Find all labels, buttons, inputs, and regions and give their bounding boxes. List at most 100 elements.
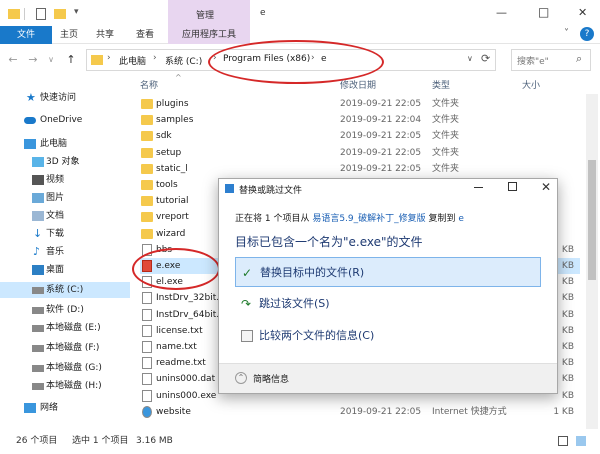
dialog-maximize-button[interactable] <box>508 182 517 191</box>
file-icon <box>142 324 152 337</box>
nav-item-drive-d[interactable]: 软件 (D:) <box>0 302 130 318</box>
nav-item-pictures[interactable]: 图片 <box>0 190 130 206</box>
navigation-pane: ★ 快速访问 OneDrive 此电脑 3D 对象 视频 图片 文档 ↓ 下载 ♪… <box>0 76 130 431</box>
fewer-details-link[interactable]: 简略信息 <box>253 372 289 385</box>
tab-file[interactable]: 文件 <box>0 26 52 44</box>
search-box[interactable]: 搜索"e" ⌕ <box>511 49 591 71</box>
folder-icon <box>141 163 153 174</box>
breadcrumb-this-pc[interactable]: 此电脑 <box>119 54 146 67</box>
column-name[interactable]: 名称 <box>140 78 158 94</box>
dialog-close-button[interactable]: ✕ <box>541 180 551 194</box>
file-icon <box>142 341 152 353</box>
replace-option-button[interactable]: ✓ 替换目标中的文件(R) <box>235 257 541 287</box>
sort-arrow-icon: ^ <box>175 73 182 82</box>
file-size: KB <box>561 277 574 288</box>
collapse-details-icon[interactable]: ⌃ <box>235 372 247 384</box>
selected-size: 3.16 MB <box>136 436 173 446</box>
file-name: static_l <box>156 163 188 174</box>
new-folder-icon[interactable] <box>54 9 66 19</box>
file-name: setup <box>156 147 182 158</box>
file-row[interactable]: plugins 2019-09-21 22:05 文件夹 <box>140 96 580 112</box>
search-input[interactable]: 搜索"e" <box>517 54 549 67</box>
help-icon[interactable]: ? <box>580 27 594 41</box>
file-date: 2019-09-21 22:05 <box>340 147 422 158</box>
nav-item-3d[interactable]: 3D 对象 <box>0 154 130 170</box>
maximize-button[interactable]: □ <box>538 5 549 19</box>
nav-onedrive[interactable]: OneDrive <box>0 112 130 128</box>
conflict-message: 目标已包含一个名为"e.exe"的文件 <box>235 235 423 249</box>
file-date: 2019-09-21 22:05 <box>340 406 422 417</box>
scrollbar-thumb[interactable] <box>588 160 596 280</box>
file-icon <box>142 389 152 402</box>
drive-icon <box>32 383 44 390</box>
properties-icon[interactable] <box>36 8 46 20</box>
up-arrow-icon[interactable]: ↑ <box>64 53 78 67</box>
qat-dropdown-icon[interactable]: ▾ <box>74 7 79 17</box>
file-name: name.txt <box>156 342 197 352</box>
tab-app-tools[interactable]: 应用程序工具 <box>168 26 250 44</box>
column-type[interactable]: 类型 <box>432 78 450 94</box>
back-arrow-icon[interactable]: ← <box>6 53 20 67</box>
recent-dropdown-icon[interactable]: ∨ <box>44 53 58 67</box>
file-row[interactable]: website 2019-09-21 22:05 Internet 快捷方式 1 KB <box>140 404 580 420</box>
file-name: wizard <box>156 228 186 239</box>
skip-option-button[interactable]: ↷ 跳过该文件(S) <box>235 289 541 319</box>
folder-icon <box>141 147 153 158</box>
folder-icon <box>141 228 153 239</box>
nav-item-drive-f[interactable]: 本地磁盘 (F:) <box>0 340 130 356</box>
nav-quick-access[interactable]: ★ 快速访问 <box>0 90 130 106</box>
tab-share[interactable]: 共享 <box>86 26 124 44</box>
minimize-button[interactable]: — <box>496 6 507 19</box>
file-name: readme.txt <box>156 358 206 369</box>
file-name: unins000.exe <box>156 390 217 401</box>
close-button[interactable]: ✕ <box>578 6 587 19</box>
nav-item-documents[interactable]: 文档 <box>0 208 130 224</box>
column-date[interactable]: 修改日期 <box>340 78 376 94</box>
file-name: InstDrv_64bit. <box>156 309 220 320</box>
dialog-minimize-button[interactable] <box>474 187 483 188</box>
source-link[interactable]: 易语言5.9_破解补丁_修复版 <box>312 214 425 224</box>
copy-progress-text: 正在将 1 个项目从 易语言5.9_破解补丁_修复版 复制到 e <box>235 214 464 224</box>
nav-item-drive-g[interactable]: 本地磁盘 (G:) <box>0 360 130 376</box>
nav-item-desktop[interactable]: 桌面 <box>0 262 130 278</box>
file-date: 2019-09-21 22:05 <box>340 131 422 142</box>
compare-option-button[interactable]: 比较两个文件的信息(C) <box>235 321 541 351</box>
file-size: KB <box>561 358 574 369</box>
breadcrumb-system-c[interactable]: 系统 (C:) <box>165 54 202 67</box>
nav-item-downloads[interactable]: ↓ 下载 <box>0 226 130 242</box>
file-date: 2019-09-21 22:04 <box>340 115 422 126</box>
destination-link[interactable]: e <box>458 214 464 224</box>
search-icon[interactable]: ⌕ <box>576 52 582 66</box>
compare-icon <box>241 330 253 342</box>
copy-icon <box>225 184 234 193</box>
large-icons-view-icon[interactable] <box>576 436 586 446</box>
tab-home[interactable]: 主页 <box>52 26 86 44</box>
folder-icon <box>141 131 153 142</box>
file-row[interactable]: static_l 2019-09-21 22:05 文件夹 <box>140 161 580 177</box>
tab-view[interactable]: 查看 <box>124 26 166 44</box>
address-dropdown-icon[interactable]: ∨ <box>467 54 473 63</box>
file-icon <box>142 373 152 386</box>
drive-icon <box>32 345 44 352</box>
skip-icon: ↷ <box>241 297 252 311</box>
column-size[interactable]: 大小 <box>522 78 540 94</box>
refresh-icon[interactable]: ⟳ <box>481 52 490 65</box>
ribbon-collapse-icon[interactable]: ˅ <box>564 28 569 39</box>
file-size: KB <box>561 374 574 385</box>
star-icon: ★ <box>26 91 36 104</box>
file-row[interactable]: sdk 2019-09-21 22:05 文件夹 <box>140 128 580 144</box>
forward-arrow-icon[interactable]: → <box>26 53 40 67</box>
file-row[interactable]: setup 2019-09-21 22:05 文件夹 <box>140 145 580 161</box>
nav-this-pc[interactable]: 此电脑 <box>0 136 130 152</box>
download-icon: ↓ <box>33 227 43 240</box>
nav-item-drive-h[interactable]: 本地磁盘 (H:) <box>0 378 130 394</box>
details-view-icon[interactable] <box>558 436 568 446</box>
file-size: KB <box>561 342 574 352</box>
nav-network[interactable]: 网络 <box>0 400 130 416</box>
nav-item-videos[interactable]: 视频 <box>0 172 130 188</box>
nav-item-drive-c[interactable]: 系统 (C:) <box>0 282 130 298</box>
folder-icon <box>141 212 153 223</box>
nav-item-drive-e[interactable]: 本地磁盘 (E:) <box>0 320 130 336</box>
file-row[interactable]: samples 2019-09-21 22:04 文件夹 <box>140 112 580 128</box>
nav-item-music[interactable]: ♪ 音乐 <box>0 244 130 260</box>
